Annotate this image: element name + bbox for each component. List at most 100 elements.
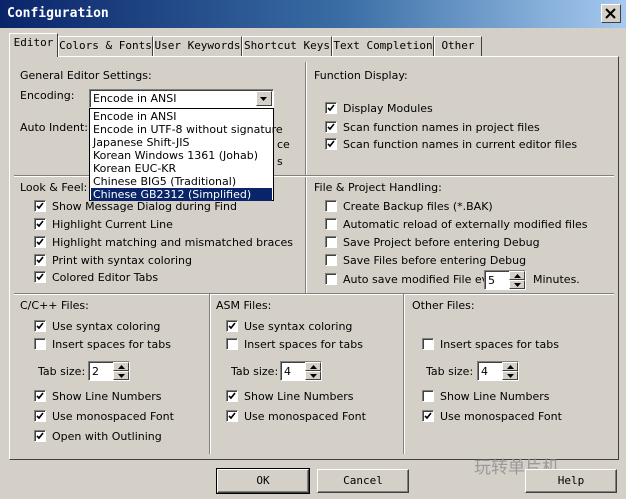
other-monospaced-font-checkbox[interactable] xyxy=(422,410,434,422)
cpp-monospaced-font-checkbox[interactable] xyxy=(34,410,46,422)
encoding-option[interactable]: Encode in ANSI xyxy=(91,110,272,123)
encoding-dropdown-list: Encode in ANSI Encode in UTF-8 without s… xyxy=(89,108,283,201)
check-icon xyxy=(228,322,236,330)
cpp-tab-size-spinner[interactable]: 2 xyxy=(88,361,130,381)
check-icon xyxy=(36,273,44,281)
check-icon xyxy=(36,432,44,440)
auto-reload-checkbox[interactable] xyxy=(325,218,337,230)
cpp-line-numbers-checkbox[interactable] xyxy=(34,390,46,402)
check-icon xyxy=(327,140,335,148)
encoding-select[interactable]: Encode in ANSI xyxy=(89,89,274,108)
save-project-debug-checkbox[interactable] xyxy=(325,236,337,248)
other-line-numbers-checkbox[interactable] xyxy=(422,390,434,402)
cpp-insert-spaces-label: Insert spaces for tabs xyxy=(52,338,171,351)
check-icon xyxy=(36,256,44,264)
asm-line-numbers-label: Show Line Numbers xyxy=(244,390,354,403)
arrow-down-icon xyxy=(507,374,514,378)
cpp-monospaced-font-label: Use monospaced Font xyxy=(52,410,174,423)
other-tab-size-value: 4 xyxy=(481,365,488,378)
spin-down-button[interactable] xyxy=(509,280,525,289)
scan-project-files-checkbox[interactable] xyxy=(325,121,337,133)
other-insert-spaces-label: Insert spaces for tabs xyxy=(440,338,559,351)
cpp-syntax-coloring-checkbox[interactable] xyxy=(34,320,46,332)
highlight-braces-checkbox[interactable] xyxy=(34,236,46,248)
scan-editor-files-label: Scan function names in current editor fi… xyxy=(343,138,578,151)
display-modules-checkbox[interactable] xyxy=(325,102,337,114)
ok-button[interactable]: OK xyxy=(216,468,310,494)
cpp-insert-spaces-checkbox[interactable] xyxy=(34,338,46,350)
close-button[interactable] xyxy=(601,4,621,23)
hidden-option-fragment: ce xyxy=(277,138,290,151)
auto-save-label: Auto save modified File every xyxy=(343,273,506,286)
spin-up-button[interactable] xyxy=(113,362,129,371)
colored-editor-tabs-checkbox[interactable] xyxy=(34,271,46,283)
encoding-option-selected[interactable]: Chinese GB2312 (Simplified) xyxy=(91,188,272,201)
colored-editor-tabs-label: Colored Editor Tabs xyxy=(52,271,159,284)
encoding-option[interactable]: Korean EUC-KR xyxy=(91,162,272,175)
scan-editor-files-checkbox[interactable] xyxy=(325,138,337,150)
create-backup-checkbox[interactable] xyxy=(325,200,337,212)
cpp-line-numbers-label: Show Line Numbers xyxy=(52,390,162,403)
encoding-label: Encoding: xyxy=(20,89,75,102)
print-syntax-coloring-label: Print with syntax coloring xyxy=(52,254,193,267)
asm-syntax-coloring-label: Use syntax coloring xyxy=(244,320,353,333)
create-backup-label: Create Backup files (*.BAK) xyxy=(343,200,493,213)
check-icon xyxy=(36,392,44,400)
other-insert-spaces-checkbox[interactable] xyxy=(422,338,434,350)
spin-up-button[interactable] xyxy=(502,362,518,371)
encoding-select-value: Encode in ANSI xyxy=(93,92,177,105)
encoding-option[interactable]: Korean Windows 1361 (Johab) xyxy=(91,149,272,162)
asm-monospaced-font-checkbox[interactable] xyxy=(226,410,238,422)
highlight-current-line-checkbox[interactable] xyxy=(34,218,46,230)
cancel-button[interactable]: Cancel xyxy=(317,469,409,493)
spin-down-button[interactable] xyxy=(113,371,129,380)
close-icon xyxy=(605,8,616,19)
encoding-option[interactable]: Encode in UTF-8 without signature xyxy=(91,123,283,136)
check-icon xyxy=(36,220,44,228)
check-icon xyxy=(36,202,44,210)
tab-shortcut-keys[interactable]: Shortcut Keys xyxy=(242,36,332,56)
asm-line-numbers-checkbox[interactable] xyxy=(226,390,238,402)
auto-save-checkbox[interactable] xyxy=(325,273,337,285)
cpp-outlining-checkbox[interactable] xyxy=(34,430,46,442)
tab-editor[interactable]: Editor xyxy=(9,33,58,57)
look-feel-title: Look & Feel: xyxy=(20,181,88,194)
check-icon xyxy=(327,104,335,112)
other-monospaced-font-label: Use monospaced Font xyxy=(440,410,562,423)
arrow-up-icon xyxy=(507,365,514,369)
spin-up-button[interactable] xyxy=(509,271,525,280)
save-project-debug-label: Save Project before entering Debug xyxy=(343,236,540,249)
auto-save-interval-spinner[interactable]: 5 xyxy=(484,270,526,290)
asm-syntax-coloring-checkbox[interactable] xyxy=(226,320,238,332)
show-find-dialog-checkbox[interactable] xyxy=(34,200,46,212)
encoding-dropdown-button[interactable] xyxy=(256,91,272,106)
other-files-title: Other Files: xyxy=(412,299,475,312)
tab-other[interactable]: Other xyxy=(434,36,482,56)
cpp-tab-size-label: Tab size: xyxy=(38,365,86,378)
tab-colors-fonts[interactable]: Colors & Fonts xyxy=(58,36,153,56)
title-bar[interactable]: Configuration xyxy=(0,0,626,28)
save-files-debug-checkbox[interactable] xyxy=(325,254,337,266)
highlight-braces-label: Highlight matching and mismatched braces xyxy=(52,236,293,249)
auto-reload-label: Automatic reload of externally modified … xyxy=(343,218,588,231)
spin-down-button[interactable] xyxy=(305,371,321,380)
other-tab-size-spinner[interactable]: 4 xyxy=(477,361,519,381)
scan-project-files-label: Scan function names in project files xyxy=(343,121,540,134)
encoding-option[interactable]: Japanese Shift-JIS xyxy=(91,136,272,149)
check-icon xyxy=(424,412,432,420)
check-icon xyxy=(228,412,236,420)
separator-horizontal-2 xyxy=(14,293,614,295)
encoding-option[interactable]: Chinese BIG5 (Traditional) xyxy=(91,175,272,188)
asm-insert-spaces-checkbox[interactable] xyxy=(226,338,238,350)
spin-up-button[interactable] xyxy=(305,362,321,371)
tab-user-keywords[interactable]: User Keywords xyxy=(153,36,242,56)
other-tab-size-label: Tab size: xyxy=(426,365,474,378)
tab-text-completion[interactable]: Text Completion xyxy=(332,36,434,56)
arrow-down-icon xyxy=(118,374,125,378)
asm-tab-size-spinner[interactable]: 4 xyxy=(280,361,322,381)
check-icon xyxy=(36,412,44,420)
help-button[interactable]: Help xyxy=(525,469,617,493)
print-syntax-coloring-checkbox[interactable] xyxy=(34,254,46,266)
asm-monospaced-font-label: Use monospaced Font xyxy=(244,410,366,423)
spin-down-button[interactable] xyxy=(502,371,518,380)
